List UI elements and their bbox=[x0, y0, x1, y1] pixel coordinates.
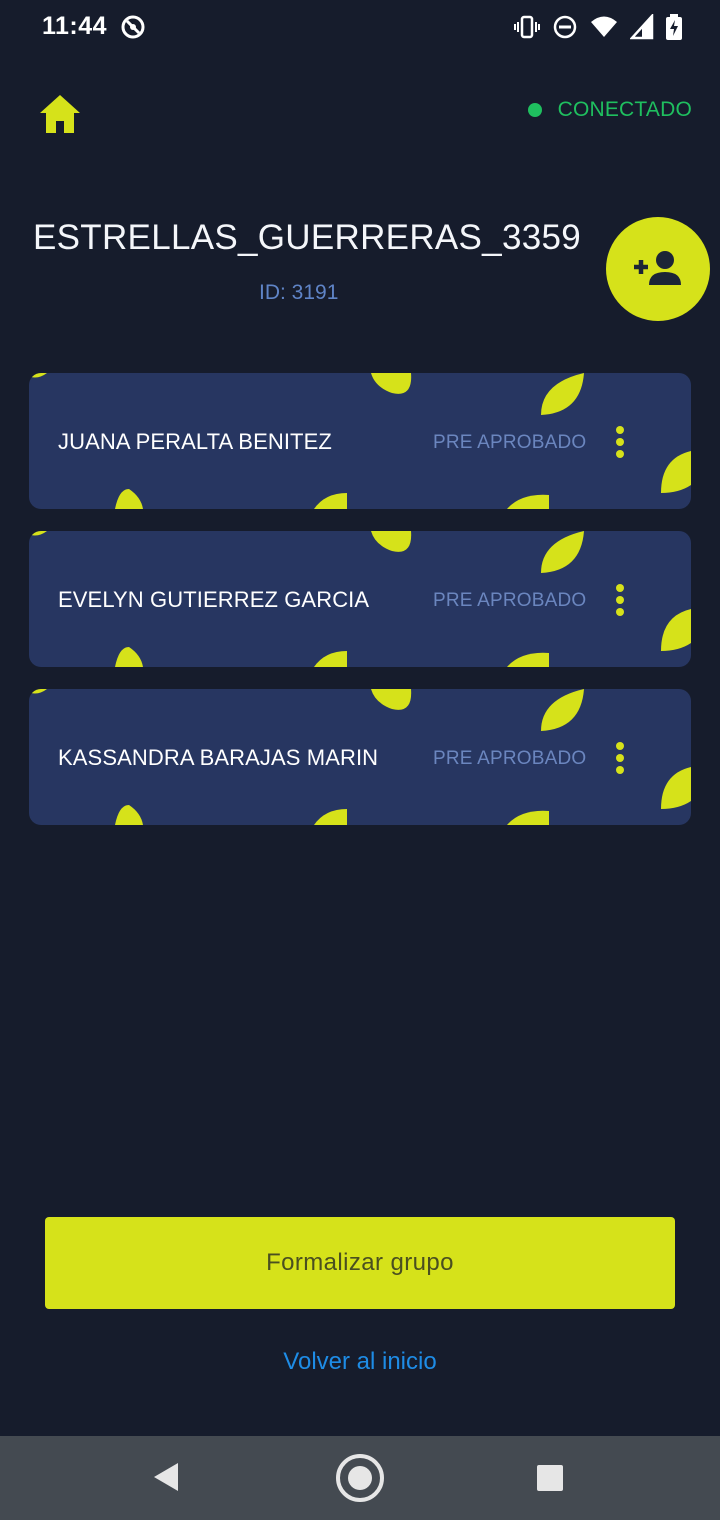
more-vert-icon[interactable] bbox=[609, 425, 631, 459]
system-nav-bar bbox=[0, 1436, 720, 1520]
status-bar: 11:44 bbox=[0, 0, 720, 56]
member-card[interactable]: EVELYN GUTIERREZ GARCIA PRE APROBADO bbox=[29, 531, 691, 667]
signal-icon bbox=[630, 14, 654, 40]
group-id: ID: 3191 bbox=[259, 281, 339, 304]
back-home-link[interactable]: Volver al inicio bbox=[0, 1348, 720, 1376]
connection-status-text: CONECTADO bbox=[557, 98, 692, 121]
formalize-group-button[interactable]: Formalizar grupo bbox=[45, 1217, 675, 1309]
connection-status: CONECTADO bbox=[527, 98, 692, 122]
app-notification-icon bbox=[121, 15, 145, 39]
group-name: ESTRELLAS_GUERRERAS_3359 bbox=[33, 218, 582, 257]
member-name: JUANA PERALTA BENITEZ bbox=[58, 429, 332, 454]
member-status: PRE APROBADO bbox=[433, 748, 587, 769]
battery-charging-icon bbox=[666, 14, 682, 40]
home-circle-icon[interactable] bbox=[334, 1452, 386, 1504]
recents-icon[interactable] bbox=[536, 1464, 564, 1492]
formalize-group-label: Formalizar grupo bbox=[266, 1249, 454, 1276]
home-icon[interactable] bbox=[38, 92, 82, 136]
member-card[interactable]: JUANA PERALTA BENITEZ PRE APROBADO bbox=[29, 373, 691, 509]
status-time: 11:44 bbox=[42, 12, 108, 40]
vibrate-icon bbox=[514, 15, 540, 39]
back-icon[interactable] bbox=[150, 1460, 182, 1494]
connection-dot bbox=[527, 103, 542, 117]
add-member-button[interactable] bbox=[606, 217, 710, 321]
member-card[interactable]: KASSANDRA BARAJAS MARIN PRE APROBADO bbox=[29, 689, 691, 825]
member-name: EVELYN GUTIERREZ GARCIA bbox=[58, 587, 370, 612]
wifi-icon bbox=[591, 16, 617, 37]
member-name: KASSANDRA BARAJAS MARIN bbox=[58, 745, 379, 770]
more-vert-icon[interactable] bbox=[609, 741, 631, 775]
more-vert-icon[interactable] bbox=[609, 583, 631, 617]
person-add-icon bbox=[634, 251, 681, 285]
member-status: PRE APROBADO bbox=[433, 432, 587, 453]
status-icons bbox=[514, 14, 682, 40]
do-not-disturb-icon bbox=[553, 15, 577, 39]
member-status: PRE APROBADO bbox=[433, 590, 587, 611]
